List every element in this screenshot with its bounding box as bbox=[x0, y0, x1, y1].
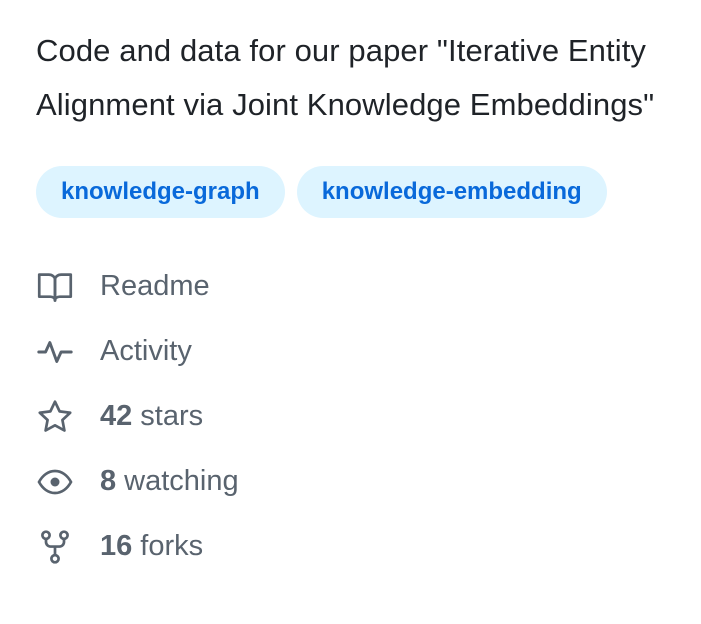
activity-link[interactable]: Activity bbox=[36, 319, 676, 384]
topic-knowledge-embedding[interactable]: knowledge-embedding bbox=[296, 166, 607, 218]
stars-link[interactable]: 42 stars bbox=[36, 384, 676, 449]
forks-count: 16 bbox=[100, 530, 133, 562]
pulse-icon bbox=[36, 333, 74, 371]
stars-count: 42 bbox=[100, 400, 133, 432]
repo-forked-icon bbox=[36, 528, 74, 566]
repo-meta-list: Readme Activity 42 stars 8 watching 16 f… bbox=[36, 254, 676, 579]
topic-knowledge-graph[interactable]: knowledge-graph bbox=[36, 166, 285, 218]
activity-label: Activity bbox=[100, 335, 192, 367]
watching-count: 8 bbox=[100, 465, 117, 497]
topics-list: knowledge-graph knowledge-embedding bbox=[36, 166, 676, 218]
watching-link[interactable]: 8 watching bbox=[36, 449, 676, 514]
stars-label: stars bbox=[140, 400, 204, 432]
about-section: Code and data for our paper "Iterative E… bbox=[36, 24, 676, 579]
forks-link[interactable]: 16 forks bbox=[36, 514, 676, 579]
readme-label: Readme bbox=[100, 270, 210, 302]
star-icon bbox=[36, 398, 74, 436]
forks-label: forks bbox=[140, 530, 204, 562]
eye-icon bbox=[36, 463, 74, 501]
book-icon bbox=[36, 268, 74, 306]
watching-label: watching bbox=[124, 465, 239, 497]
readme-link[interactable]: Readme bbox=[36, 254, 676, 319]
repo-description: Code and data for our paper "Iterative E… bbox=[36, 33, 655, 122]
